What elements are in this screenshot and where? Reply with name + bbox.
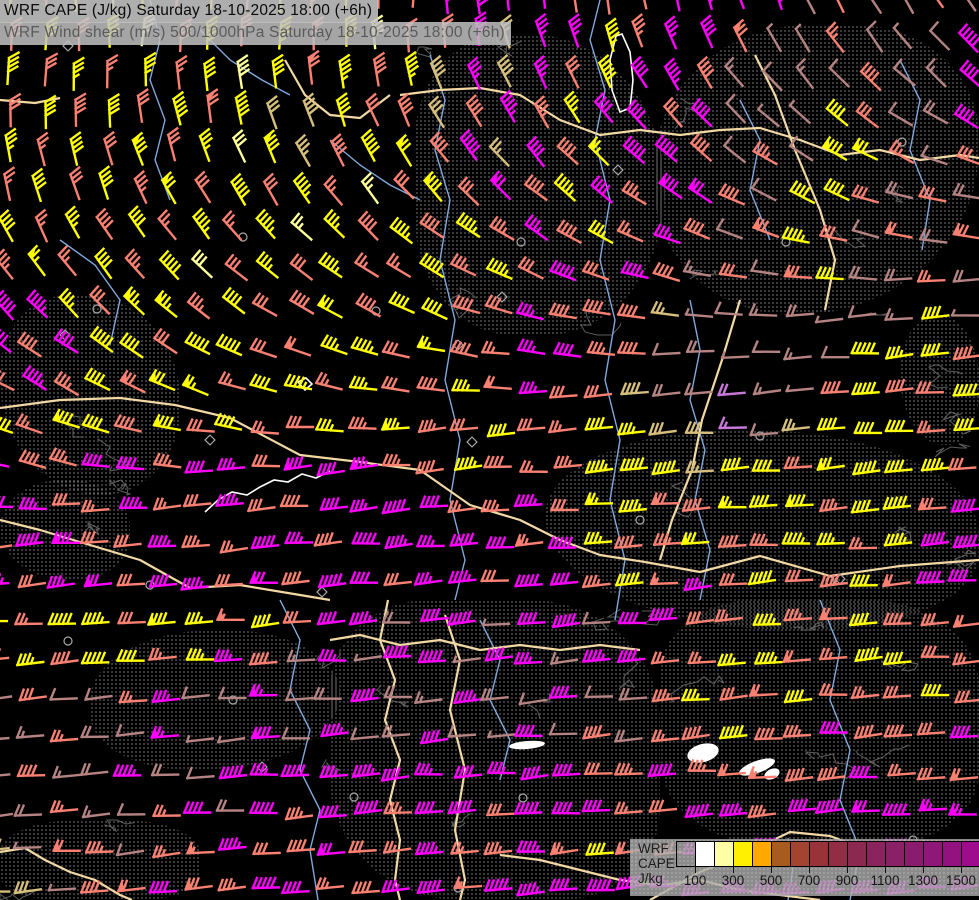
cape-color-cell — [961, 841, 979, 867]
legend-label-line: CAPE — [638, 856, 675, 871]
cape-tick-label: 1300 — [903, 873, 943, 888]
cape-tick-label: 1500 — [941, 873, 979, 888]
cape-tick-label: 900 — [827, 873, 867, 888]
cape-color-cell — [885, 841, 904, 867]
cape-color-cell — [828, 841, 847, 867]
cape-color-cell — [847, 841, 866, 867]
cape-tick-label: 700 — [789, 873, 829, 888]
cape-color-cell — [771, 841, 790, 867]
cape-tick-label: 100 — [675, 873, 715, 888]
title-windshear: WRF Wind shear (m/s) 500/1000hPa Saturda… — [0, 22, 511, 45]
map-canvas — [0, 0, 979, 900]
title-cape: WRF CAPE (J/kg) Saturday 18-10-2025 18:0… — [0, 0, 378, 23]
legend-label: WRFCAPEJ/kg — [638, 841, 675, 886]
cape-color-cell — [866, 841, 885, 867]
cape-tick-label: 300 — [713, 873, 753, 888]
cape-color-cell — [790, 841, 809, 867]
cape-color-cell — [923, 841, 942, 867]
cape-color-cell — [752, 841, 771, 867]
rivers — [60, 0, 930, 900]
cape-color-cell — [695, 841, 714, 867]
cape-color-cell — [809, 841, 828, 867]
weather-map-screen: WRF CAPE (J/kg) Saturday 18-10-2025 18:0… — [0, 0, 979, 900]
cape-color-cell — [676, 841, 695, 867]
legend-label-line: J/kg — [638, 871, 675, 886]
lakes — [509, 739, 782, 781]
cape-color-cell — [904, 841, 923, 867]
cape-legend: WRFCAPEJ/kg 100300500700900110013001500 — [630, 839, 979, 896]
cape-color-cell — [714, 841, 733, 867]
wind-barbs — [0, 0, 979, 895]
cape-tick-label: 500 — [751, 873, 791, 888]
cape-color-cell — [942, 841, 961, 867]
cape-color-cell — [733, 841, 752, 867]
legend-label-line: WRF — [638, 841, 675, 856]
cape-colorbar — [676, 841, 979, 867]
cape-tick-label: 1100 — [865, 873, 905, 888]
